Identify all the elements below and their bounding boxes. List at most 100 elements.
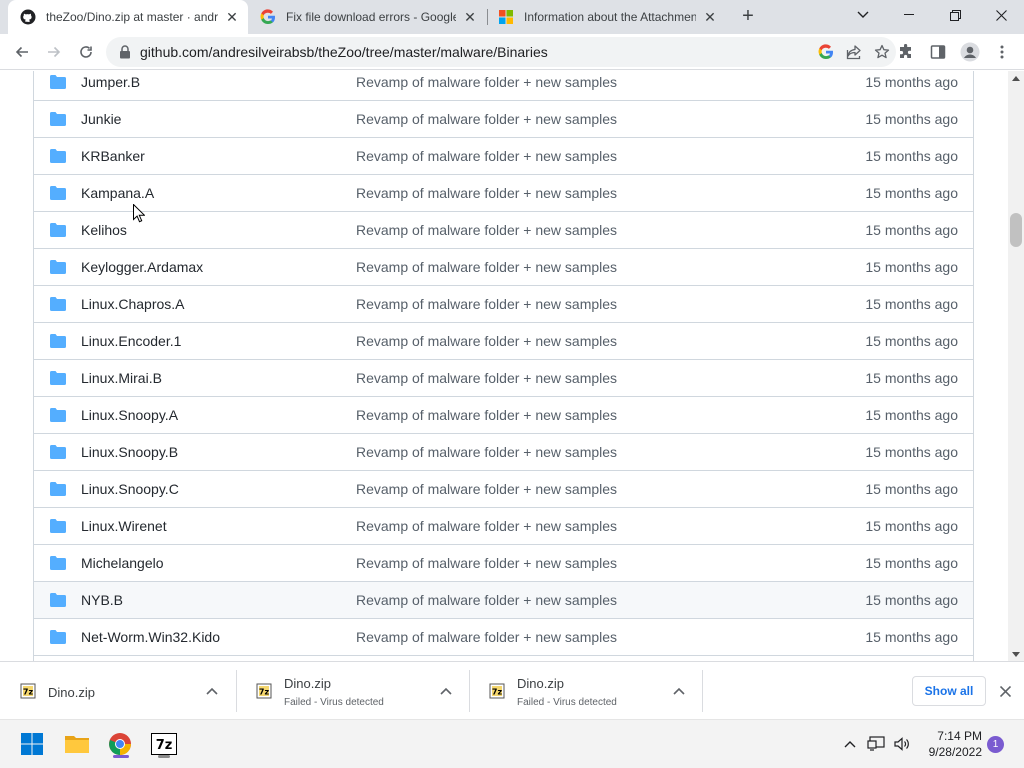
table-row[interactable]: Linux.Chapros.A Revamp of malware folder … (34, 285, 973, 322)
file-name-link[interactable]: Michelangelo (81, 555, 164, 571)
file-name-link[interactable]: KRBanker (81, 148, 145, 164)
table-row[interactable]: Linux.Snoopy.A Revamp of malware folder +… (34, 396, 973, 433)
file-name-link[interactable]: Linux.Chapros.A (81, 296, 185, 312)
tab-strip: theZoo/Dino.zip at master · andresilveir… (0, 0, 1024, 34)
commit-message-link[interactable]: Revamp of malware folder + new samples (356, 629, 617, 645)
table-row[interactable]: Michelangelo Revamp of malware folder + n… (34, 544, 973, 581)
download-filename: Dino.zip (517, 676, 564, 691)
commit-message-link[interactable]: Revamp of malware folder + new samples (356, 148, 617, 164)
file-name-link[interactable]: Kampana.A (81, 185, 154, 201)
commit-message-link[interactable]: Revamp of malware folder + new samples (356, 111, 617, 127)
reload-icon[interactable] (74, 40, 98, 64)
scroll-down-arrow-icon[interactable] (1008, 647, 1024, 661)
file-name-link[interactable]: Keylogger.Ardamax (81, 259, 203, 275)
url-text[interactable]: github.com/andresilveirabsb/theZoo/tree/… (140, 44, 812, 60)
file-name-link[interactable]: Linux.Snoopy.B (81, 444, 178, 460)
table-row[interactable]: Net-Worm.Win32.Kido Revamp of malware fol… (34, 618, 973, 655)
commit-message-link[interactable]: Revamp of malware folder + new samples (356, 333, 617, 349)
commit-message-link[interactable]: Revamp of malware folder + new samples (356, 185, 617, 201)
file-name-link[interactable]: NYB.B (81, 592, 123, 608)
google-lens-icon[interactable] (812, 40, 840, 64)
folder-icon (50, 260, 66, 274)
table-row[interactable]: Junkie Revamp of malware folder + new sam… (34, 100, 973, 137)
back-icon[interactable] (10, 40, 34, 64)
windows-start-icon[interactable] (16, 728, 48, 760)
chrome-icon[interactable] (104, 728, 136, 760)
share-icon[interactable] (840, 40, 868, 64)
lock-icon[interactable] (118, 45, 132, 59)
commit-message-link[interactable]: Revamp of malware folder + new samples (356, 370, 617, 386)
file-name-link[interactable]: Linux.Snoopy.C (81, 481, 179, 497)
chevron-up-icon[interactable] (438, 683, 454, 699)
page-scrollbar[interactable] (1008, 71, 1024, 661)
network-icon[interactable] (866, 734, 886, 754)
table-row[interactable]: Kampana.A Revamp of malware folder + new … (34, 174, 973, 211)
scroll-up-arrow-icon[interactable] (1008, 71, 1024, 85)
show-all-button[interactable]: Show all (912, 676, 986, 706)
file-name-link[interactable]: Linux.Wirenet (81, 518, 167, 534)
tab-thezoo[interactable]: theZoo/Dino.zip at master · andresilveir… (8, 0, 248, 34)
chevron-up-icon[interactable] (204, 683, 220, 699)
file-name-link[interactable]: Net-Worm.Win32.Kido (81, 629, 220, 645)
file-name-link[interactable]: Linux.Snoopy.A (81, 407, 178, 423)
close-tab-icon[interactable]: ✕ (702, 9, 718, 25)
commit-message-link[interactable]: Revamp of malware folder + new samples (356, 444, 617, 460)
close-tab-icon[interactable]: ✕ (462, 9, 478, 25)
extensions-icon[interactable] (894, 40, 918, 64)
commit-message-link[interactable]: Revamp of malware folder + new samples (356, 407, 617, 423)
forward-icon[interactable] (42, 40, 66, 64)
commit-message-link[interactable]: Revamp of malware folder + new samples (356, 222, 617, 238)
file-name-link[interactable]: Linux.Encoder.1 (81, 333, 181, 349)
file-name-link[interactable]: Jumper.B (81, 74, 140, 90)
commit-message-link[interactable]: Revamp of malware folder + new samples (356, 518, 617, 534)
profile-avatar-icon[interactable] (958, 40, 982, 64)
volume-icon[interactable] (892, 734, 912, 754)
close-download-shelf-icon[interactable] (996, 682, 1014, 700)
bookmark-star-icon[interactable] (868, 40, 896, 64)
download-item[interactable]: 7z Dino.zip (0, 662, 236, 720)
system-clock[interactable]: 7:14 PM 9/28/2022 (916, 728, 982, 760)
file-name-link[interactable]: Kelihos (81, 222, 127, 238)
table-row[interactable]: NYB.B Revamp of malware folder + new samp… (34, 581, 973, 618)
file-name-link[interactable]: Junkie (81, 111, 121, 127)
table-row[interactable]: KRBanker Revamp of malware folder + new s… (34, 137, 973, 174)
commit-age: 15 months ago (865, 370, 958, 386)
tab-attachment-manager[interactable]: Information about the Attachment Manager… (486, 0, 726, 34)
commit-message-link[interactable]: Revamp of malware folder + new samples (356, 592, 617, 608)
commit-message-link[interactable]: Revamp of malware folder + new samples (356, 296, 617, 312)
file-explorer-icon[interactable] (61, 728, 93, 760)
restore-icon[interactable] (932, 0, 978, 30)
more-menu-icon[interactable] (990, 40, 1014, 64)
chevron-up-icon[interactable] (671, 683, 687, 699)
download-item[interactable]: 7z Dino.zip Failed - Virus detected (236, 662, 469, 720)
side-panel-icon[interactable] (926, 40, 950, 64)
minimize-icon[interactable] (886, 0, 932, 30)
commit-message-link[interactable]: Revamp of malware folder + new samples (356, 481, 617, 497)
clock-date: 9/28/2022 (928, 745, 982, 759)
tab-fix-download-errors[interactable]: Fix file download errors - Google Chrome… (248, 0, 486, 34)
commit-message-link[interactable]: Revamp of malware folder + new samples (356, 555, 617, 571)
address-bar[interactable]: github.com/andresilveirabsb/theZoo/tree/… (106, 37, 896, 67)
table-row[interactable]: Linux.Snoopy.B Revamp of malware folder +… (34, 433, 973, 470)
show-hidden-icons-chevron-icon[interactable] (840, 734, 860, 754)
notification-badge[interactable]: 1 (987, 736, 1004, 753)
close-window-icon[interactable] (978, 0, 1024, 30)
file-name-link[interactable]: Linux.Mirai.B (81, 370, 162, 386)
close-tab-icon[interactable]: ✕ (224, 9, 240, 25)
table-row[interactable]: Linux.Encoder.1 Revamp of malware folder … (34, 322, 973, 359)
table-row[interactable]: Linux.Snoopy.C Revamp of malware folder +… (34, 470, 973, 507)
new-tab-icon[interactable]: + (738, 6, 758, 27)
table-row[interactable]: Kelihos Revamp of malware folder + new sa… (34, 211, 973, 248)
google-icon (260, 9, 276, 25)
table-row[interactable]: Keylogger.Ardamax Revamp of malware folde… (34, 248, 973, 285)
7zip-app-icon[interactable]: 7z (148, 728, 180, 760)
commit-message-link[interactable]: Revamp of malware folder + new samples (356, 74, 617, 90)
table-row[interactable]: Jumper.B Revamp of malware folder + new s… (34, 71, 973, 100)
commit-message-link[interactable]: Revamp of malware folder + new samples (356, 259, 617, 275)
scrollbar-thumb[interactable] (1010, 213, 1022, 247)
download-item[interactable]: 7z Dino.zip Failed - Virus detected (469, 662, 702, 720)
folder-icon (50, 408, 66, 422)
table-row[interactable]: Linux.Mirai.B Revamp of malware folder + … (34, 359, 973, 396)
table-row[interactable]: Linux.Wirenet Revamp of malware folder + … (34, 507, 973, 544)
tab-search-chevron-icon[interactable] (840, 0, 886, 30)
